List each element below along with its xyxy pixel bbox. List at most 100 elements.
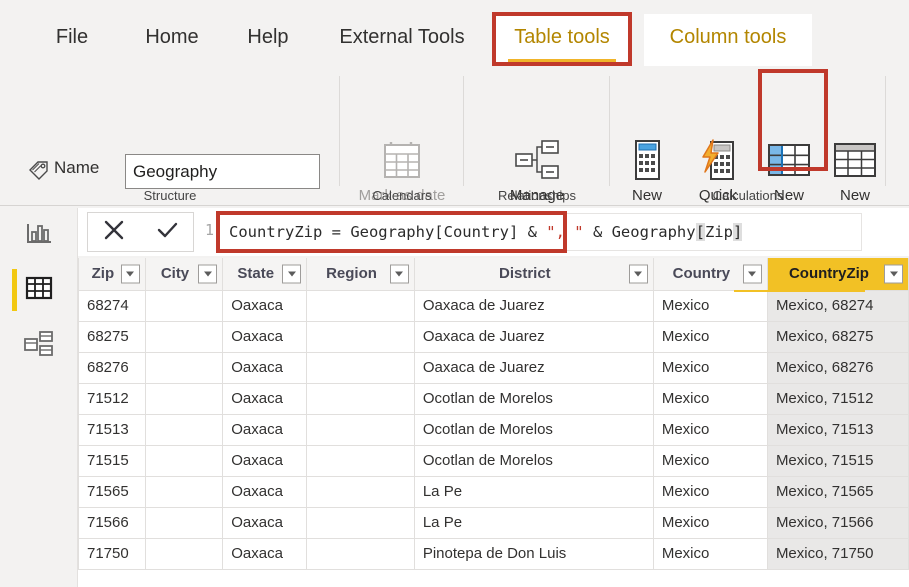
cell-district-2[interactable]: Oaxaca de Juarez xyxy=(413,351,654,384)
cell-country-2[interactable]: Mexico xyxy=(652,351,768,384)
cell-district-6[interactable]: La Pe xyxy=(413,475,654,508)
cell-countryzip-4[interactable]: Mexico, 71513 xyxy=(766,413,909,446)
cell-zip-2[interactable]: 68276 xyxy=(78,351,146,384)
cell-state-5[interactable]: Oaxaca xyxy=(222,444,308,477)
filter-dropdown-district[interactable] xyxy=(628,264,648,284)
column-header-state[interactable]: State xyxy=(222,258,308,291)
cell-country-3[interactable]: Mexico xyxy=(652,382,768,415)
table-row[interactable]: 71750 Oaxaca Pinotepa de Don Luis Mexico Mex… xyxy=(78,537,909,570)
sidebar-item-model-view[interactable] xyxy=(0,320,78,372)
ribbon-tab-column-tools[interactable]: Column tools xyxy=(644,14,812,66)
column-header-district[interactable]: District xyxy=(413,258,654,291)
cell-city-8[interactable] xyxy=(144,537,224,570)
filter-dropdown-country[interactable] xyxy=(742,264,762,284)
column-header-countryzip[interactable]: CountryZip xyxy=(766,258,909,291)
filter-dropdown-city[interactable] xyxy=(198,264,218,284)
cell-city-4[interactable] xyxy=(144,413,224,446)
cell-country-7[interactable]: Mexico xyxy=(652,506,768,539)
ribbon-tab-home[interactable]: Home xyxy=(128,14,216,66)
column-header-city[interactable]: City xyxy=(144,258,224,291)
cell-state-6[interactable]: Oaxaca xyxy=(222,475,308,508)
cell-country-5[interactable]: Mexico xyxy=(652,444,768,477)
table-row[interactable]: 68275 Oaxaca Oaxaca de Juarez Mexico Mexico,… xyxy=(78,320,909,353)
cell-region-2[interactable] xyxy=(306,351,415,384)
cell-city-6[interactable] xyxy=(144,475,224,508)
cell-district-5[interactable]: Ocotlan de Morelos xyxy=(413,444,654,477)
cell-city-5[interactable] xyxy=(144,444,224,477)
cell-countryzip-8[interactable]: Mexico, 71750 xyxy=(766,537,909,570)
cell-zip-0[interactable]: 68274 xyxy=(78,289,146,322)
column-header-region[interactable]: Region xyxy=(306,258,415,291)
cell-district-7[interactable]: La Pe xyxy=(413,506,654,539)
ribbon-tab-file[interactable]: File xyxy=(40,14,104,66)
cell-state-1[interactable]: Oaxaca xyxy=(222,320,308,353)
cell-district-0[interactable]: Oaxaca de Juarez xyxy=(413,289,654,322)
sidebar-item-report-view[interactable] xyxy=(0,210,78,262)
cell-city-1[interactable] xyxy=(144,320,224,353)
cell-city-2[interactable] xyxy=(144,351,224,384)
filter-dropdown-region[interactable] xyxy=(389,264,409,284)
cell-state-8[interactable]: Oaxaca xyxy=(222,537,308,570)
cell-city-3[interactable] xyxy=(144,382,224,415)
cell-state-3[interactable]: Oaxaca xyxy=(222,382,308,415)
cell-zip-4[interactable]: 71513 xyxy=(78,413,146,446)
cell-city-7[interactable] xyxy=(144,506,224,539)
cell-region-3[interactable] xyxy=(306,382,415,415)
ribbon-tab-external-tools[interactable]: External Tools xyxy=(324,14,480,66)
cell-city-0[interactable] xyxy=(144,289,224,322)
table-name-input[interactable] xyxy=(125,154,320,189)
commit-formula-icon[interactable] xyxy=(154,217,180,248)
cell-state-2[interactable]: Oaxaca xyxy=(222,351,308,384)
cell-country-4[interactable]: Mexico xyxy=(652,413,768,446)
cell-country-8[interactable]: Mexico xyxy=(652,537,768,570)
cell-countryzip-6[interactable]: Mexico, 71565 xyxy=(766,475,909,508)
cell-countryzip-1[interactable]: Mexico, 68275 xyxy=(766,320,909,353)
cell-region-0[interactable] xyxy=(306,289,415,322)
cell-zip-3[interactable]: 71512 xyxy=(78,382,146,415)
cell-region-6[interactable] xyxy=(306,475,415,508)
ribbon-tab-table-tools[interactable]: Table tools xyxy=(494,14,630,66)
column-header-zip[interactable]: Zip xyxy=(78,258,146,291)
cell-district-4[interactable]: Ocotlan de Morelos xyxy=(413,413,654,446)
cell-region-5[interactable] xyxy=(306,444,415,477)
table-row[interactable]: 71566 Oaxaca La Pe Mexico Mexico, 71566 xyxy=(78,506,909,539)
column-header-country[interactable]: Country xyxy=(652,258,768,291)
cell-district-1[interactable]: Oaxaca de Juarez xyxy=(413,320,654,353)
filter-dropdown-state[interactable] xyxy=(282,264,302,284)
cancel-formula-icon[interactable] xyxy=(101,217,127,248)
cell-region-1[interactable] xyxy=(306,320,415,353)
cell-district-3[interactable]: Ocotlan de Morelos xyxy=(413,382,654,415)
cell-zip-8[interactable]: 71750 xyxy=(78,537,146,570)
cell-state-0[interactable]: Oaxaca xyxy=(222,289,308,322)
cell-region-8[interactable] xyxy=(306,537,415,570)
filter-dropdown-countryzip[interactable] xyxy=(884,264,903,284)
table-row[interactable]: 71512 Oaxaca Ocotlan de Morelos Mexico Mexic… xyxy=(78,382,909,415)
cell-zip-7[interactable]: 71566 xyxy=(78,506,146,539)
table-row[interactable]: 68274 Oaxaca Oaxaca de Juarez Mexico Mexico,… xyxy=(78,289,909,322)
cell-zip-6[interactable]: 71565 xyxy=(78,475,146,508)
table-row[interactable]: 68276 Oaxaca Oaxaca de Juarez Mexico Mexico,… xyxy=(78,351,909,384)
cell-countryzip-7[interactable]: Mexico, 71566 xyxy=(766,506,909,539)
cell-district-8[interactable]: Pinotepa de Don Luis xyxy=(413,537,654,570)
cell-countryzip-3[interactable]: Mexico, 71512 xyxy=(766,382,909,415)
cell-state-7[interactable]: Oaxaca xyxy=(222,506,308,539)
cell-zip-1[interactable]: 68275 xyxy=(78,320,146,353)
cell-region-7[interactable] xyxy=(306,506,415,539)
cell-region-4[interactable] xyxy=(306,413,415,446)
cell-zip-5[interactable]: 71515 xyxy=(78,444,146,477)
table-row[interactable]: 71515 Oaxaca Ocotlan de Morelos Mexico Mexic… xyxy=(78,444,909,477)
cell-country-0[interactable]: Mexico xyxy=(652,289,768,322)
filter-dropdown-zip[interactable] xyxy=(120,264,140,284)
table-row[interactable]: 71565 Oaxaca La Pe Mexico Mexico, 71565 xyxy=(78,475,909,508)
cell-countryzip-0[interactable]: Mexico, 68274 xyxy=(766,289,909,322)
formula-input[interactable]: CountryZip = Geography[Country] & ", " &… xyxy=(218,213,862,251)
cell-state-4[interactable]: Oaxaca xyxy=(222,413,308,446)
ribbon-group-calculations-label: Calculations xyxy=(712,188,784,203)
sidebar-item-data-view[interactable] xyxy=(0,264,78,316)
cell-country-6[interactable]: Mexico xyxy=(652,475,768,508)
ribbon-tab-help[interactable]: Help xyxy=(232,14,304,66)
table-row[interactable]: 71513 Oaxaca Ocotlan de Morelos Mexico Mexic… xyxy=(78,413,909,446)
cell-countryzip-2[interactable]: Mexico, 68276 xyxy=(766,351,909,384)
cell-countryzip-5[interactable]: Mexico, 71515 xyxy=(766,444,909,477)
cell-country-1[interactable]: Mexico xyxy=(652,320,768,353)
